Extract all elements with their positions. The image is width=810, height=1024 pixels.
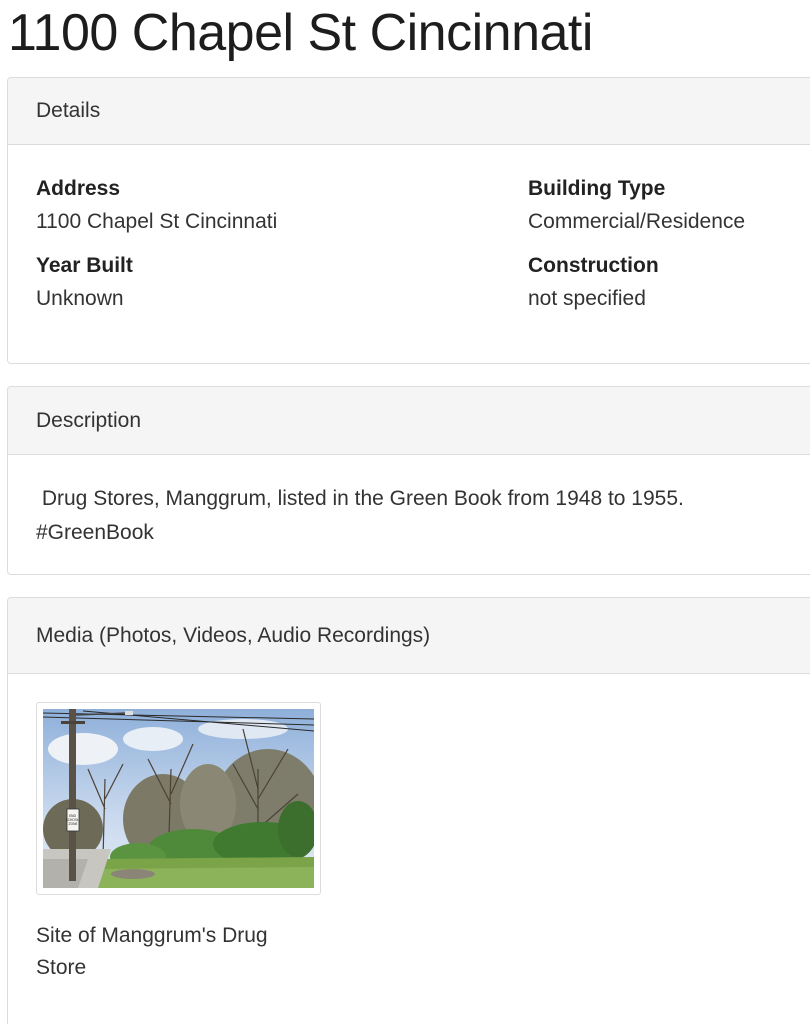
year-built-field: Year Built Unknown (36, 252, 133, 313)
media-thumbnail[interactable]: END SCHOOL ZONE (36, 702, 321, 895)
media-header-label: Media (Photos, Videos, Audio Recordings) (36, 623, 431, 647)
page: 1100 Chapel St Cincinnati Details Addres… (0, 0, 810, 1024)
construction-label: Construction (528, 254, 659, 277)
description-card: Description Drug Stores, Manggrum, liste… (7, 386, 810, 575)
description-header: Description (8, 387, 810, 455)
year-built-value: Unknown (36, 287, 124, 310)
media-caption[interactable]: Site of Manggrum's Drug Store (36, 920, 316, 984)
building-type-field: Building Type Commercial/Residence (528, 175, 745, 236)
building-type-label: Building Type (528, 177, 666, 200)
details-card: Details Address 1100 Chapel St Cincinnat… (7, 77, 810, 364)
media-card: Media (Photos, Videos, Audio Recordings) (7, 597, 810, 1024)
year-built-label: Year Built (36, 254, 133, 277)
description-header-label: Description (36, 408, 142, 432)
construction-value: not specified (528, 287, 646, 310)
building-type-value: Commercial/Residence (528, 210, 746, 233)
media-header: Media (Photos, Videos, Audio Recordings) (8, 598, 810, 674)
address-field: Address 1100 Chapel St Cincinnati (36, 175, 277, 236)
site-photo[interactable]: END SCHOOL ZONE (43, 709, 314, 888)
construction-field: Construction not specified (528, 252, 659, 313)
details-header: Details (8, 78, 810, 145)
page-title: 1100 Chapel St Cincinnati (8, 4, 593, 62)
address-label: Address (36, 177, 121, 200)
description-text: Drug Stores, Manggrum, listed in the Gre… (36, 487, 690, 544)
address-value: 1100 Chapel St Cincinnati (36, 210, 278, 233)
details-header-label: Details (36, 99, 101, 122)
